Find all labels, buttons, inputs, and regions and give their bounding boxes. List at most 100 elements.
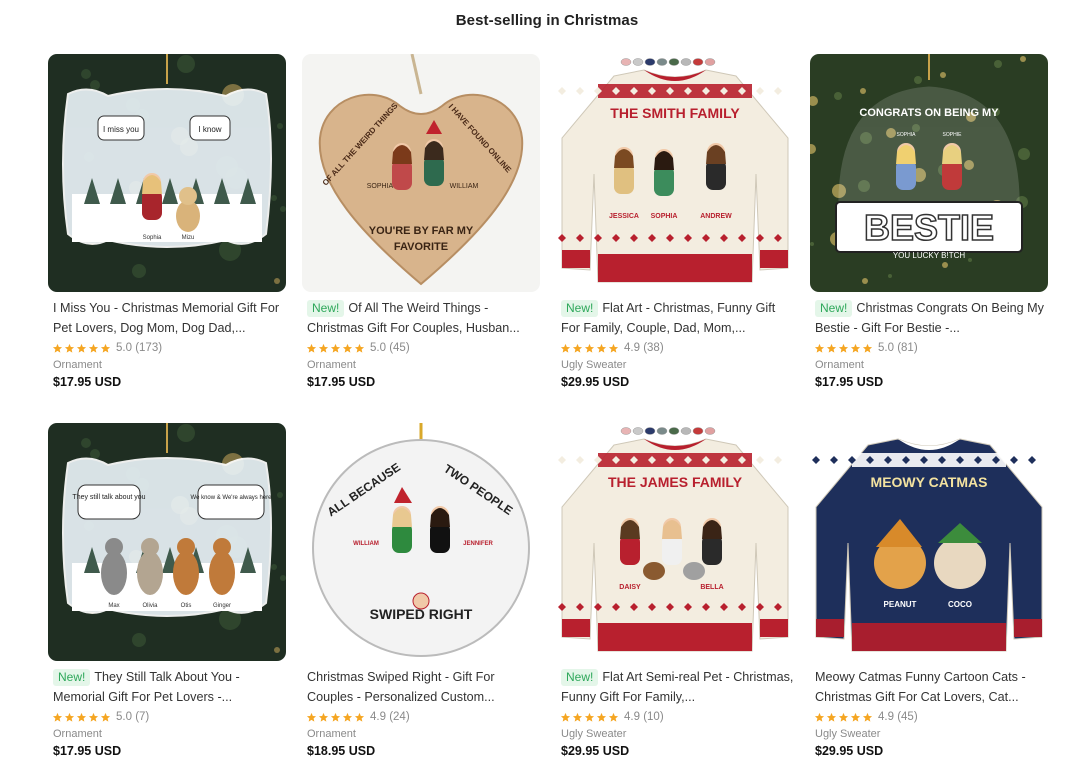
star-icon — [306, 712, 317, 722]
product-title[interactable]: New! Flat Art - Christmas, Funny Gift For… — [561, 298, 794, 338]
product-card[interactable]: I miss you I know Sophia Mizu I Miss You - C… — [48, 54, 286, 391]
image-text: JESSICA — [609, 213, 639, 220]
product-image-art: OF ALL THE WEIRD THINGS I HAVE FOUND ONLI… — [302, 54, 540, 292]
rating-row: 5.0 (45) — [302, 340, 540, 356]
rating-stars — [306, 343, 365, 354]
star-icon — [850, 343, 861, 353]
star-icon — [76, 343, 87, 353]
rating-stars — [814, 343, 873, 354]
product-image[interactable]: THE SMITH FAMILY JESSICA SOPHIA ANDREW — [556, 54, 794, 292]
product-title[interactable]: New! Of All The Weird Things - Christmas … — [307, 298, 540, 338]
image-text: Ginger — [213, 603, 231, 609]
product-title[interactable]: New! Christmas Congrats On Being My Besti… — [815, 298, 1048, 338]
rating-row: 4.9 (45) — [810, 709, 1048, 725]
star-icon — [596, 712, 607, 722]
product-image[interactable]: I miss you I know Sophia Mizu — [48, 54, 286, 292]
product-title-text: Christmas Swiped Right - Gift For Couple… — [307, 670, 495, 704]
star-icon — [608, 343, 619, 353]
rating-stars — [306, 712, 365, 723]
product-image[interactable]: They still talk about you We know & We're… — [48, 423, 286, 661]
star-icon — [850, 712, 861, 722]
star-icon — [814, 343, 825, 353]
product-title[interactable]: New! They Still Talk About You - Memorial… — [53, 667, 286, 707]
rating-row: 5.0 (7) — [48, 709, 286, 725]
product-title[interactable]: Christmas Swiped Right - Gift For Couple… — [307, 667, 540, 707]
product-card[interactable]: MEOWY CATMAS PEANUT COCO Meowy Catmas Funny… — [810, 423, 1048, 760]
rating-stars — [52, 712, 111, 723]
new-badge: New! — [53, 669, 91, 686]
review-count: (24) — [389, 711, 410, 723]
product-price: $29.95 USD — [815, 744, 884, 758]
rating-value: 5.0 — [878, 342, 894, 354]
image-text: Sophia — [143, 235, 162, 241]
image-text: YOU LUCKY B!TCH — [893, 251, 966, 260]
star-icon — [64, 343, 75, 353]
image-text: FAVORITE — [394, 241, 448, 253]
image-text: Mizu — [182, 235, 195, 241]
review-count: (10) — [643, 711, 664, 723]
review-count: (81) — [897, 342, 918, 354]
product-image[interactable]: THE JAMES FAMILY DAISY BELLA — [556, 423, 794, 661]
image-text: They still talk about you — [72, 494, 145, 501]
image-text: DAISY — [619, 584, 641, 591]
product-image[interactable]: CONGRATS ON BEING MY SOPHIA SOPHIE BESTIE YO… — [810, 54, 1048, 292]
rating-score: 5.0 (7) — [116, 711, 149, 723]
product-price: $17.95 USD — [53, 375, 122, 389]
product-image[interactable]: ALL BECAUSE TWO PEOPLE WILLIAM JENNIFER SWIP… — [302, 423, 540, 661]
star-icon — [100, 343, 111, 353]
star-icon — [342, 343, 353, 353]
product-image-art: THE JAMES FAMILY DAISY BELLA — [556, 423, 794, 661]
product-category: Ornament — [53, 728, 102, 740]
product-title-text: I Miss You - Christmas Memorial Gift For… — [53, 301, 280, 335]
rating-score: 5.0 (173) — [116, 342, 162, 354]
rating-row: 4.9 (38) — [556, 340, 794, 356]
rating-value: 4.9 — [878, 711, 894, 723]
image-text: We know & We're always here — [191, 495, 273, 501]
product-card[interactable]: They still talk about you We know & We're… — [48, 423, 286, 760]
rating-score: 4.9 (38) — [624, 342, 664, 354]
star-icon — [64, 712, 75, 722]
image-text: SOPHIA — [367, 183, 394, 190]
rating-row: 4.9 (10) — [556, 709, 794, 725]
product-price: $29.95 USD — [561, 375, 630, 389]
product-price: $17.95 USD — [307, 375, 376, 389]
star-icon — [306, 343, 317, 353]
new-badge: New! — [815, 300, 853, 317]
product-image-art: MEOWY CATMAS PEANUT COCO — [810, 423, 1048, 661]
product-price: $18.95 USD — [307, 744, 376, 758]
product-image[interactable]: OF ALL THE WEIRD THINGS I HAVE FOUND ONLI… — [302, 54, 540, 292]
star-icon — [826, 343, 837, 353]
rating-row: 5.0 (81) — [810, 340, 1048, 356]
product-card[interactable]: OF ALL THE WEIRD THINGS I HAVE FOUND ONLI… — [302, 54, 540, 391]
product-image-art: THE SMITH FAMILY JESSICA SOPHIA ANDREW — [556, 54, 794, 292]
star-icon — [838, 343, 849, 353]
product-card[interactable]: THE SMITH FAMILY JESSICA SOPHIA ANDREW New! F… — [556, 54, 794, 391]
star-icon — [572, 712, 583, 722]
image-text: JENNIFER — [463, 541, 493, 547]
image-text: I miss you — [103, 125, 139, 134]
product-title[interactable]: New! Flat Art Semi-real Pet - Christmas, … — [561, 667, 794, 707]
star-icon — [88, 343, 99, 353]
review-count: (45) — [389, 342, 410, 354]
product-title[interactable]: Meowy Catmas Funny Cartoon Cats - Christ… — [815, 667, 1048, 707]
product-image[interactable]: MEOWY CATMAS PEANUT COCO — [810, 423, 1048, 661]
product-title[interactable]: I Miss You - Christmas Memorial Gift For… — [53, 298, 286, 338]
star-icon — [814, 712, 825, 722]
image-text: YOU'RE BY FAR MY — [369, 225, 474, 237]
product-grid: I miss you I know Sophia Mizu I Miss You - C… — [48, 54, 1048, 760]
image-text: Max — [108, 603, 119, 609]
rating-score: 5.0 (45) — [370, 342, 410, 354]
image-text: SOPHIE — [943, 132, 963, 138]
image-text: I know — [198, 125, 221, 134]
product-card[interactable]: ALL BECAUSE TWO PEOPLE WILLIAM JENNIFER SWIP… — [302, 423, 540, 760]
rating-score: 4.9 (45) — [878, 711, 918, 723]
review-count: (173) — [135, 342, 163, 354]
product-category: Ornament — [307, 359, 356, 371]
rating-stars — [560, 343, 619, 354]
product-card[interactable]: CONGRATS ON BEING MY SOPHIA SOPHIE BESTIE YO… — [810, 54, 1048, 391]
section-title: Best-selling in Christmas — [455, 12, 639, 29]
image-text: WILLIAM — [450, 183, 479, 190]
product-category: Ugly Sweater — [561, 728, 627, 740]
rating-value: 4.9 — [624, 342, 640, 354]
product-card[interactable]: THE JAMES FAMILY DAISY BELLA New! Flat Art S… — [556, 423, 794, 760]
